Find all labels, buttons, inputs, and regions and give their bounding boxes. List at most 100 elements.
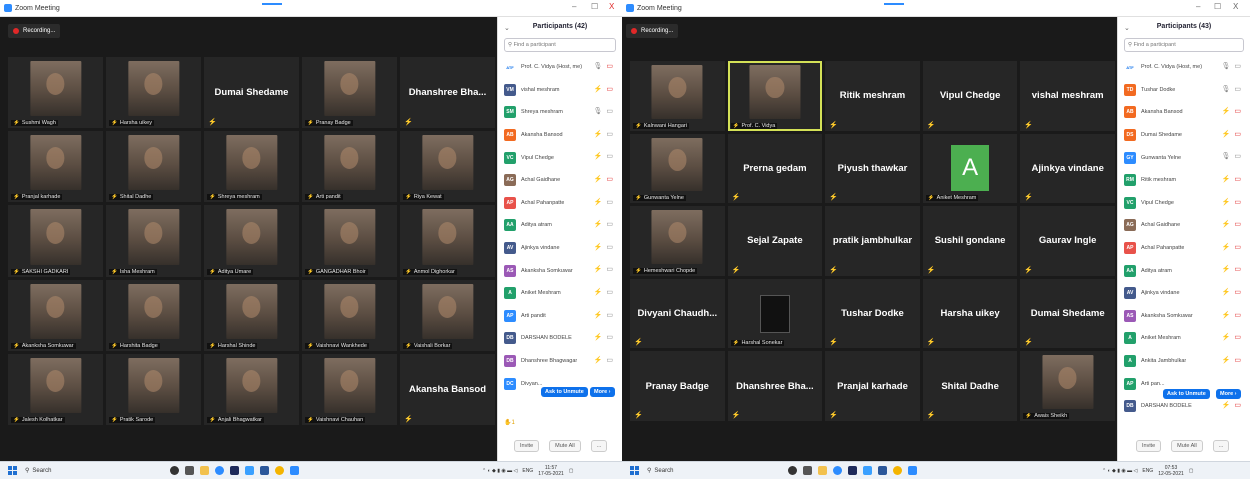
- video-icon[interactable]: ▭: [606, 266, 614, 273]
- participant-row[interactable]: VC Vipul Chedge ⚡ ▭: [1118, 192, 1250, 215]
- participant-row[interactable]: TD Tushar Dodke 🎙︎ ▭: [1118, 79, 1250, 102]
- invite-button[interactable]: Invite: [514, 440, 540, 452]
- participant-row[interactable]: ATF Prof. C. Vidya (Host, me) 🎙︎ ▭: [498, 56, 622, 79]
- video-tile[interactable]: ⚡ Harshal Sonekar: [727, 278, 823, 349]
- edge-icon[interactable]: [215, 466, 224, 475]
- video-icon[interactable]: ▭: [606, 357, 614, 364]
- zoom-taskbar-icon[interactable]: [908, 466, 917, 475]
- mic-muted-icon[interactable]: ⚡: [594, 357, 604, 364]
- mic-muted-icon[interactable]: ⚡: [594, 86, 604, 93]
- video-tile[interactable]: ⚡ Pranay Badge: [302, 57, 397, 129]
- video-tile[interactable]: ⚡ Harshal Shinde: [204, 279, 299, 351]
- mail-icon[interactable]: [863, 466, 872, 475]
- mic-muted-icon[interactable]: ⚡: [1222, 334, 1232, 341]
- taskbar-search[interactable]: ⚲ Search: [25, 467, 51, 475]
- video-icon[interactable]: ▭: [606, 153, 614, 160]
- video-off-icon[interactable]: ▭: [1234, 334, 1242, 341]
- video-icon[interactable]: ▭: [606, 244, 614, 251]
- panel-more-button[interactable]: ...: [590, 440, 608, 452]
- participant-search-input[interactable]: ⚲ Find a participant: [1124, 38, 1244, 52]
- mic-muted-icon[interactable]: ⚡: [594, 221, 604, 228]
- video-tile[interactable]: Akansha Bansod ⚡: [400, 353, 495, 425]
- mute-all-button[interactable]: Mute All: [549, 440, 581, 452]
- video-tile[interactable]: ⚡ Vaishali Borkar: [400, 279, 495, 351]
- video-tile[interactable]: ⚡ Harsha uikey: [106, 57, 201, 129]
- video-off-icon[interactable]: ▭: [1234, 289, 1242, 296]
- taskbar-search[interactable]: ⚲ Search: [647, 467, 673, 475]
- store-icon[interactable]: [230, 466, 239, 475]
- clock[interactable]: 11:57 17-05-2021: [538, 465, 564, 477]
- video-tile[interactable]: pratik jambhulkar ⚡: [825, 206, 920, 276]
- mic-muted-icon[interactable]: ⚡: [1222, 244, 1232, 251]
- mic-muted-icon[interactable]: ⚡: [594, 244, 604, 251]
- participant-row[interactable]: AS Akanksha Somkuwar ⚡ ▭: [1118, 305, 1250, 328]
- recording-indicator[interactable]: Recording...: [8, 24, 61, 38]
- video-tile[interactable]: ⚡ Vaishnavi Wankhede: [302, 279, 397, 351]
- video-tile[interactable]: ⚡ Vaishnavi Chauhan: [302, 353, 397, 425]
- video-tile[interactable]: Tushar Dodke ⚡: [825, 278, 920, 349]
- video-off-icon[interactable]: ▭: [1234, 244, 1242, 251]
- participant-row[interactable]: VC Vipul Chedge ⚡ ▭: [498, 146, 622, 169]
- video-tile[interactable]: ⚡ Arti pandit: [302, 131, 397, 203]
- participant-row[interactable]: AB Akansha Bansod ⚡ ▭: [1118, 101, 1250, 124]
- video-tile[interactable]: Sejal Zapate ⚡: [727, 206, 823, 276]
- video-icon[interactable]: ▭: [606, 131, 614, 138]
- mic-icon[interactable]: 🎙︎: [594, 108, 604, 115]
- video-tile[interactable]: ⚡ Gunwanta Yelne: [630, 133, 725, 204]
- more-button[interactable]: More ›: [590, 387, 615, 397]
- participant-row[interactable]: SM Shreya meshram 🎙︎ ▭: [498, 101, 622, 124]
- mic-icon[interactable]: 🎙︎: [1222, 63, 1232, 70]
- windows-start-icon[interactable]: [8, 466, 17, 475]
- notifications-icon[interactable]: ▢: [569, 468, 574, 474]
- participant-row[interactable]: GY Gunwanta Yelne 🎙︎ ▭: [1118, 146, 1250, 169]
- participant-search-input[interactable]: ⚲ Find a participant: [504, 38, 616, 52]
- file-explorer-icon[interactable]: [200, 466, 209, 475]
- participant-row[interactable]: DS Dumai Shedame ⚡ ▭: [1118, 124, 1250, 147]
- collapse-chevron-icon[interactable]: ⌄: [1124, 24, 1130, 32]
- close-button[interactable]: X: [609, 2, 614, 11]
- edge-icon[interactable]: [833, 466, 842, 475]
- video-off-icon[interactable]: ▭: [1234, 221, 1242, 228]
- mic-muted-icon[interactable]: ⚡: [1222, 312, 1232, 319]
- video-tile[interactable]: ⚡ Harshita Badge: [106, 279, 201, 351]
- video-tile[interactable]: ⚡ Prof. C. Vidya: [727, 61, 823, 131]
- mic-muted-icon[interactable]: ⚡: [594, 266, 604, 273]
- mail-icon[interactable]: [245, 466, 254, 475]
- participant-row[interactable]: AA Aditya atram ⚡ ▭: [1118, 259, 1250, 282]
- mic-muted-icon[interactable]: ⚡: [1222, 266, 1232, 273]
- video-tile[interactable]: Ritik meshram ⚡: [825, 61, 920, 131]
- participant-row[interactable]: DB Dhanshree Bhagwagar ⚡ ▭: [498, 350, 622, 373]
- participant-row[interactable]: AG Achal Gaidhane ⚡ ▭: [1118, 214, 1250, 237]
- video-tile[interactable]: ⚡ Shital Dadhe: [106, 131, 201, 203]
- mic-muted-icon[interactable]: ⚡: [1222, 131, 1232, 138]
- video-tile[interactable]: ⚡ Sushmi Wagh: [8, 57, 103, 129]
- cortana-icon[interactable]: [788, 466, 797, 475]
- clock[interactable]: 07:53 12-05-2021: [1158, 465, 1184, 477]
- participant-row[interactable]: AB Akansha Bansod ⚡ ▭: [498, 124, 622, 147]
- video-tile[interactable]: Piyush thawkar ⚡: [825, 133, 920, 204]
- video-tile[interactable]: ⚡ Pratik Sarode: [106, 353, 201, 425]
- video-icon[interactable]: ▭: [1234, 153, 1242, 160]
- collapse-chevron-icon[interactable]: ⌄: [504, 24, 510, 32]
- video-tile[interactable]: Vipul Chedge ⚡: [922, 61, 1018, 131]
- participant-row[interactable]: AG Achal Gaidhane ⚡ ▭: [498, 169, 622, 192]
- video-tile[interactable]: ⚡ Kalnwani Hangari: [630, 61, 725, 131]
- mic-muted-icon[interactable]: ⚡: [1222, 221, 1232, 228]
- drag-bar[interactable]: [262, 3, 282, 5]
- participant-row[interactable]: A Aniket Meshram ⚡ ▭: [498, 282, 622, 305]
- mic-muted-icon[interactable]: ⚡: [594, 131, 604, 138]
- invite-button[interactable]: Invite: [1136, 440, 1162, 452]
- zoom-taskbar-icon[interactable]: [290, 466, 299, 475]
- more-button[interactable]: More ›: [1216, 389, 1241, 399]
- mic-muted-icon[interactable]: ⚡: [1222, 289, 1232, 296]
- video-tile[interactable]: ⚡ Isha Meshram: [106, 205, 201, 277]
- minimize-button[interactable]: –: [1196, 2, 1200, 11]
- video-tile[interactable]: vishal meshram ⚡: [1020, 61, 1115, 131]
- video-icon[interactable]: ▭: [606, 312, 614, 319]
- video-tile[interactable]: ⚡ Anjali Bhagwatkar: [204, 353, 299, 425]
- store-icon[interactable]: [848, 466, 857, 475]
- video-icon[interactable]: ▭: [606, 108, 614, 115]
- ask-to-unmute-button[interactable]: Ask to Unmute: [541, 387, 588, 397]
- video-icon[interactable]: ▭: [606, 334, 614, 341]
- mic-muted-icon[interactable]: ⚡: [1222, 199, 1232, 206]
